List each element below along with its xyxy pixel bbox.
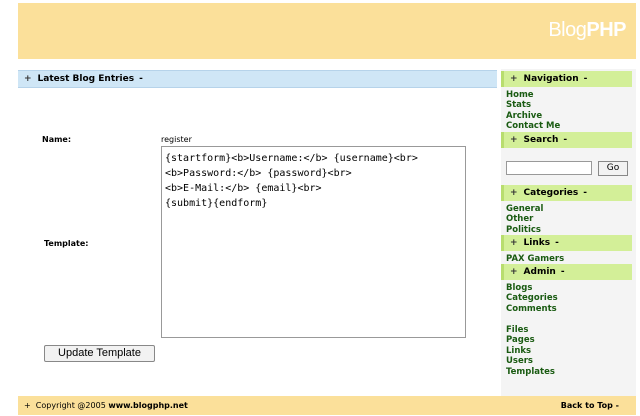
sidebar-item-politics[interactable]: Politics: [506, 225, 541, 235]
sidebar-item-pages[interactable]: Pages: [506, 335, 535, 345]
sidebar-item-contact-me[interactable]: Contact Me: [506, 121, 560, 131]
sidebar-item-blogs[interactable]: Blogs: [506, 283, 532, 293]
navigation-title: Navigation: [523, 74, 579, 84]
sidebar-item-templates[interactable]: Templates: [506, 367, 555, 377]
categories-header: + Categories -: [501, 185, 632, 201]
sidebar-item-users[interactable]: Users: [506, 356, 533, 366]
footer-bar: + Copyright @2005 www.blogphp.net Back t…: [18, 396, 636, 415]
admin-header: + Admin -: [501, 264, 632, 280]
copyright-label: Copyright @2005: [35, 401, 106, 410]
plus-icon[interactable]: +: [510, 74, 518, 84]
back-to-top-link[interactable]: Back to Top -: [561, 396, 619, 415]
site-logo[interactable]: BlogPHP: [548, 19, 626, 42]
sidebar-item-categories[interactable]: Categories: [506, 293, 558, 303]
sidebar-item-archive[interactable]: Archive: [506, 111, 542, 121]
latest-entries-title: Latest Blog Entries: [37, 74, 135, 84]
logo-text-bold: PHP: [586, 19, 626, 41]
site-link[interactable]: www.blogphp.net: [108, 401, 188, 410]
template-label: Template:: [44, 239, 89, 248]
sidebar-item-general[interactable]: General: [506, 204, 543, 214]
go-button[interactable]: Go: [598, 161, 628, 176]
admin-title: Admin: [523, 267, 556, 277]
plus-icon[interactable]: +: [510, 135, 518, 145]
collapse-icon[interactable]: -: [563, 135, 567, 145]
plus-icon[interactable]: +: [510, 188, 518, 198]
sidebar-item-comments[interactable]: Comments: [506, 304, 557, 314]
plus-icon[interactable]: +: [510, 238, 518, 248]
links-title: Links: [523, 238, 551, 248]
collapse-icon[interactable]: -: [583, 188, 587, 198]
plus-icon[interactable]: +: [510, 267, 518, 277]
collapse-icon[interactable]: -: [555, 238, 559, 248]
links-header: + Links -: [501, 235, 632, 251]
collapse-icon[interactable]: -: [584, 74, 588, 84]
collapse-icon[interactable]: -: [561, 267, 565, 277]
update-template-button[interactable]: Update Template: [44, 345, 155, 362]
plus-icon: +: [24, 401, 31, 410]
collapse-icon[interactable]: -: [139, 74, 143, 84]
sidebar-item-other[interactable]: Other: [506, 214, 533, 224]
latest-entries-bar: + Latest Blog Entries -: [18, 70, 497, 88]
navigation-header: + Navigation -: [501, 71, 632, 87]
sidebar-item-files[interactable]: Files: [506, 325, 528, 335]
header-banner: BlogPHP: [18, 3, 636, 59]
categories-title: Categories: [523, 188, 579, 198]
template-textarea[interactable]: {startform}<b>Username:</b> {username}<b…: [161, 146, 466, 338]
back-to-top-label: Back to Top: [560, 401, 613, 410]
dash-icon: -: [615, 401, 619, 410]
name-value: register: [161, 135, 192, 144]
name-label: Name:: [42, 135, 72, 144]
search-header: + Search -: [501, 132, 632, 148]
sidebar-item-home[interactable]: Home: [506, 90, 534, 100]
plus-icon[interactable]: +: [24, 74, 32, 84]
copyright-text: + Copyright @2005 www.blogphp.net: [24, 396, 188, 415]
search-title: Search: [523, 135, 559, 145]
logo-text-light: Blog: [548, 19, 587, 41]
sidebar-item-stats[interactable]: Stats: [506, 100, 531, 110]
sidebar-item-pax-gamers[interactable]: PAX Gamers: [506, 254, 564, 264]
sidebar-item-links[interactable]: Links: [506, 346, 531, 356]
search-input[interactable]: [506, 161, 592, 175]
